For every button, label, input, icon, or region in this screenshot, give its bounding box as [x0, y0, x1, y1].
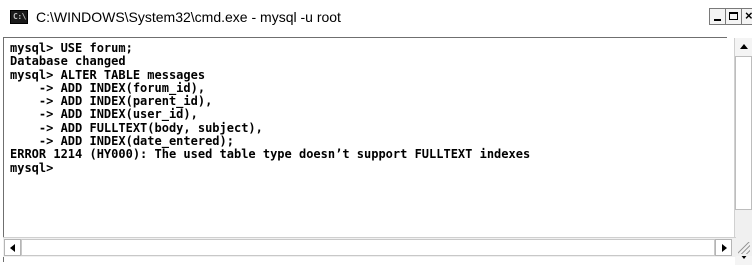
minimize-button[interactable]: [709, 8, 726, 25]
console-window: C:\ C:\WINDOWS\System32\cmd.exe - mysql …: [0, 0, 752, 265]
console-line: mysql> ALTER TABLE messages: [10, 67, 206, 82]
console-line: Database changed: [10, 54, 126, 69]
horizontal-scroll-thumb[interactable]: [21, 239, 715, 256]
console-icon-label: C:\: [13, 12, 26, 21]
scroll-right-arrow-icon[interactable]: [715, 239, 732, 256]
maximize-button[interactable]: [725, 8, 742, 25]
window-title: C:\WINDOWS\System32\cmd.exe - mysql -u r…: [36, 9, 341, 25]
scroll-up-arrow-icon[interactable]: [735, 38, 752, 56]
console-line: -> ADD FULLTEXT(body, subject),: [10, 120, 263, 135]
title-bar[interactable]: C:\ C:\WINDOWS\System32\cmd.exe - mysql …: [3, 4, 752, 32]
console-line: mysql> USE forum;: [10, 41, 133, 55]
vertical-scroll-thumb[interactable]: [735, 56, 752, 210]
console-prompt-line: mysql>: [10, 160, 54, 175]
scroll-left-arrow-icon[interactable]: [4, 239, 21, 256]
console-line: -> ADD INDEX(user_id),: [10, 107, 198, 122]
vertical-scrollbar[interactable]: [734, 38, 752, 265]
console-line: -> ADD INDEX(date_entered);: [10, 134, 234, 149]
horizontal-scrollbar[interactable]: [3, 237, 736, 257]
console-line: -> ADD INDEX(parent_id),: [10, 94, 213, 109]
close-icon: ×: [745, 8, 752, 23]
resize-grip-icon[interactable]: [733, 238, 752, 256]
close-button[interactable]: ×: [741, 8, 752, 25]
console-line: ERROR 1214 (HY000): The used table type …: [10, 147, 531, 162]
console-icon[interactable]: C:\: [10, 10, 28, 24]
console-text: mysql> USE forum; Database changed mysql> …: [10, 41, 531, 175]
console-line: -> ADD INDEX(forum_id),: [10, 80, 206, 95]
